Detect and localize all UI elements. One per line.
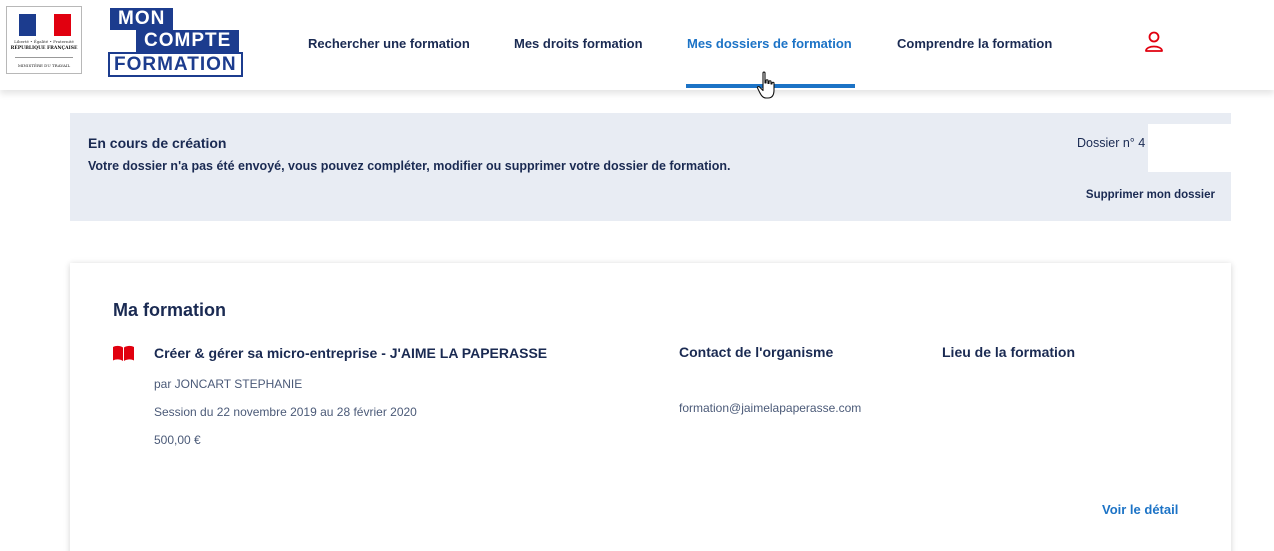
status-title: En cours de création [88,135,227,151]
formation-session: Session du 22 novembre 2019 au 28 févrie… [154,405,417,419]
nav-rechercher-formation[interactable]: Rechercher une formation [308,36,470,51]
redaction-block [1148,124,1231,172]
nav-mes-droits-formation[interactable]: Mes droits formation [514,36,643,51]
french-flag-icon [19,14,71,36]
republic-motto: Liberté • Égalité • Fraternité [14,39,74,44]
nav-mes-dossiers-formation[interactable]: Mes dossiers de formation [687,36,852,51]
dossier-status-banner: En cours de création Votre dossier n'a p… [70,113,1231,221]
delete-dossier-link[interactable]: Supprimer mon dossier [1086,189,1215,201]
dossier-number: Dossier n° 4 [1077,136,1146,150]
formation-price: 500,00 € [154,433,201,447]
section-title: Ma formation [113,300,227,320]
ministry-logo[interactable]: Liberté • Égalité • Fraternité RÉPUBLIQU… [6,6,82,74]
nav-comprendre-formation[interactable]: Comprendre la formation [897,36,1052,51]
ministry-name: MINISTÈRE DU TRAVAIL [17,63,71,68]
location-heading: Lieu de la formation [942,344,1076,360]
site-header: Liberté • Égalité • Fraternité RÉPUBLIQU… [0,0,1274,90]
status-message: Votre dossier n'a pas été envoyé, vous p… [88,159,731,173]
republic-name: RÉPUBLIQUE FRANÇAISE [10,46,78,51]
contact-heading: Contact de l'organisme [679,344,834,360]
formation-card: Ma formation Créer & gérer sa micro-entr… [70,263,1231,551]
book-icon [113,345,134,361]
user-icon[interactable] [1144,31,1164,53]
view-detail-link[interactable]: Voir le détail [1102,502,1178,517]
logo-divider [15,57,73,58]
brand-line-2: COMPTE [136,30,240,52]
brand-line-1: MON [110,8,174,30]
formation-title: Créer & gérer sa micro-entreprise - J'AI… [154,345,548,361]
contact-email: formation@jaimelapaperasse.com [679,401,862,415]
brand-line-3: FORMATION [108,52,243,77]
formation-organizer: par JONCART STEPHANIE [154,377,303,391]
hand-cursor-icon [756,71,775,99]
mon-compte-formation-logo[interactable]: MON COMPTE FORMATION [108,8,248,78]
